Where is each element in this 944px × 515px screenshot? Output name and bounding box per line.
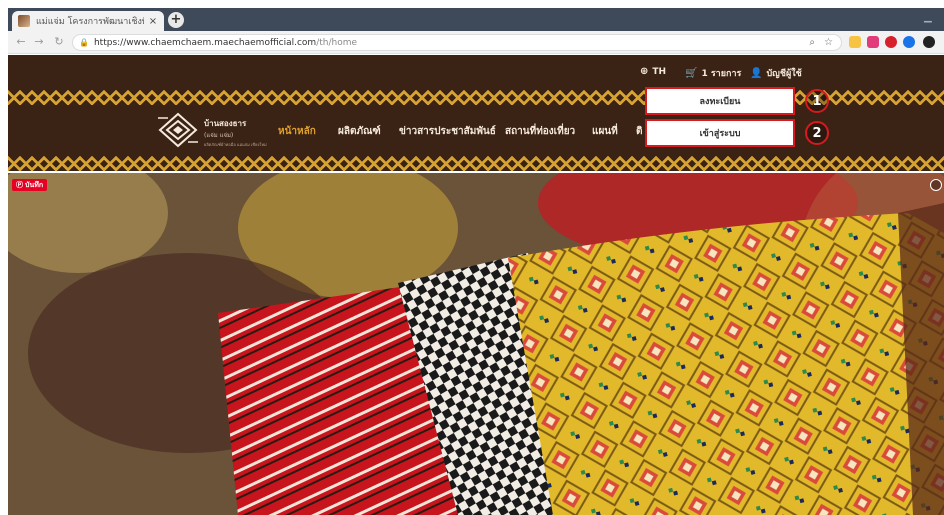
register-button[interactable]: ลงทะเบียน [645, 87, 795, 115]
browser-toolbar: ← → ↻ 🔒 https://www.chaemchaem.maechaemo… [8, 31, 944, 54]
step-marker-2: 2 [805, 121, 829, 145]
screen: แม่แจ่ม โครงการพัฒนาเชิงพื้นที่แม่แจ่ม ×… [8, 8, 944, 515]
tab-title: แม่แจ่ม โครงการพัฒนาเชิงพื้นที่แม่แจ่ม [36, 17, 144, 27]
hero-banner: Ⓟ บันทึก [8, 173, 944, 515]
site-topbar: ⊕ TH 🛒 1 รายการ 👤 บัญชีผู้ใช้ [8, 55, 944, 89]
expand-icon[interactable] [930, 179, 942, 191]
globe-icon: ⊕ [640, 66, 649, 77]
account-label: บัญชีผู้ใช้ [766, 69, 802, 79]
cart-icon: 🛒 [685, 67, 698, 79]
brand-text: บ้านสองธาร (แจ่ม แจ่ม) ผลิตภัณฑ์ผ้าทอมือ… [204, 117, 267, 148]
extension-icon[interactable] [849, 36, 861, 48]
nav-news[interactable]: ข่าวสารประชาสัมพันธ์ [399, 124, 496, 139]
url-text: https://www.chaemchaem.maechaemofficial.… [94, 38, 357, 48]
account-menu[interactable]: 👤 บัญชีผู้ใช้ [750, 66, 802, 80]
brand-sub: (แจ่ม แจ่ม) [204, 132, 234, 139]
forward-arrow-icon[interactable]: → [32, 35, 46, 49]
decorative-pattern-top [8, 89, 944, 105]
user-icon: 👤 [750, 67, 763, 79]
nav-home[interactable]: หน้าหลัก [278, 124, 316, 139]
tab-close-icon[interactable]: × [148, 16, 158, 27]
bookmark-star-icon[interactable]: ☆ [824, 37, 833, 48]
lock-icon: 🔒 [79, 38, 89, 47]
nav-attractions[interactable]: สถานที่ท่องเที่ยว [505, 124, 575, 139]
window-minimize-icon[interactable]: ▁ [924, 12, 938, 26]
main-navbar: บ้านสองธาร (แจ่ม แจ่ม) ผลิตภัณฑ์ผ้าทอมือ… [8, 105, 944, 155]
nav-products[interactable]: ผลิตภัณฑ์ [338, 124, 381, 139]
pinterest-icon[interactable] [885, 36, 897, 48]
pin-badge-label: บันทึก [25, 181, 44, 189]
language-switch[interactable]: ⊕ TH [640, 66, 666, 77]
pinterest-icon: Ⓟ [16, 181, 23, 189]
browser-tabstrip: แม่แจ่ม โครงการพัฒนาเชิงพื้นที่แม่แจ่ม ×… [8, 8, 944, 31]
back-arrow-icon[interactable]: ← [14, 35, 28, 49]
zoom-search-icon[interactable]: ⌕ [809, 37, 815, 48]
address-bar[interactable]: 🔒 https://www.chaemchaem.maechaemofficia… [72, 34, 842, 51]
brand-name: บ้านสองธาร [204, 119, 247, 128]
cart-link[interactable]: 🛒 1 รายการ [685, 66, 741, 80]
profile-avatar-icon[interactable] [923, 36, 935, 48]
login-button[interactable]: เข้าสู่ระบบ [645, 119, 795, 147]
step-marker-1: 1 [805, 89, 829, 113]
url-path: /th/home [316, 37, 358, 48]
nav-map[interactable]: แผนที่ [592, 124, 618, 139]
pinterest-save-button[interactable]: Ⓟ บันทึก [12, 179, 48, 191]
extension-icon[interactable] [903, 36, 915, 48]
brand-tagline: ผลิตภัณฑ์ผ้าทอมือ แม่แจ่ม เชียงใหม่ [204, 142, 267, 147]
extension-icon[interactable] [867, 36, 879, 48]
page: แม่แจ่ม โครงการพัฒนาเชิงพื้นที่แม่แจ่ม ×… [0, 0, 944, 515]
language-label: TH [652, 66, 667, 77]
decorative-pattern-bottom [8, 155, 944, 171]
brand-logo[interactable] [158, 112, 198, 148]
reload-icon[interactable]: ↻ [52, 35, 66, 49]
url-domain: https://www.chaemchaem.maechaemofficial.… [93, 37, 317, 48]
nav-contact[interactable]: ติ [636, 124, 643, 139]
site-favicon-icon [18, 15, 30, 27]
browser-tab[interactable]: แม่แจ่ม โครงการพัฒนาเชิงพื้นที่แม่แจ่ม × [12, 11, 164, 31]
hero-textile-illustration [8, 173, 944, 515]
new-tab-button[interactable]: + [168, 12, 184, 28]
cart-label: 1 รายการ [701, 69, 742, 79]
